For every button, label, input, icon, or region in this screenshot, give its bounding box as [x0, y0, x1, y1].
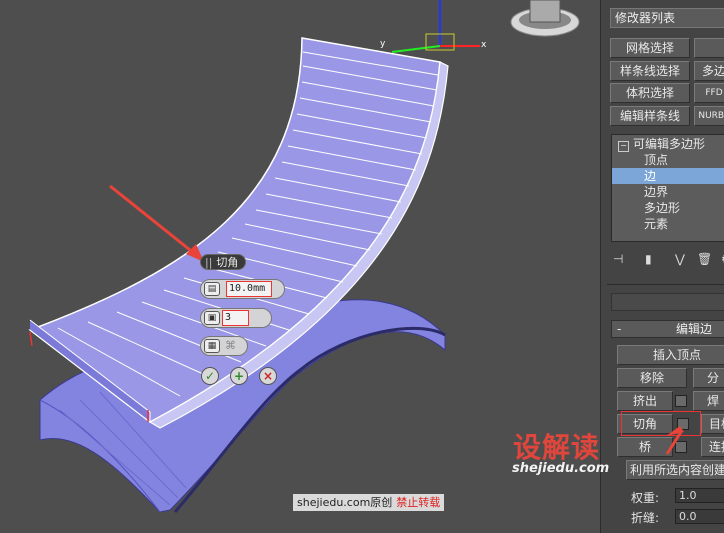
stack-toolbar: ⊣ ▮ ⋁ 🗑 ⚙ [611, 250, 724, 270]
divider [607, 284, 724, 285]
nurbs-button[interactable]: NURBS [694, 106, 724, 126]
collapse-icon[interactable]: − [618, 141, 629, 152]
brand-logo: 设解读 [513, 431, 601, 464]
show-end-result-icon[interactable]: ▮ [645, 252, 659, 268]
chamfer-caddy-title[interactable]: || 切角 [200, 254, 246, 270]
weight-input[interactable]: 1.0 [675, 488, 724, 503]
extrude-button[interactable]: 挤出 [617, 391, 673, 411]
ffd-button[interactable]: FFD [694, 83, 724, 103]
volume-select-button[interactable]: 体积选择 [610, 83, 690, 103]
chamfer-segments-input[interactable]: 3 [222, 310, 249, 326]
remove-button[interactable]: 移除 [617, 368, 687, 388]
rollout-title: 编辑边 [676, 322, 713, 336]
close-icon[interactable]: × [259, 367, 277, 385]
name-field[interactable] [611, 293, 724, 311]
transform-gizmo[interactable]: x y [380, 0, 487, 53]
stack-item-polygon[interactable]: 多边形 [612, 200, 724, 216]
target-weld-button[interactable]: 目标 [701, 414, 724, 434]
chamfer-amount-icon: ▤ [204, 282, 220, 296]
crease-input[interactable]: 0.0 [675, 509, 724, 524]
watermark-prefix: shejiedu.com原创 [297, 496, 393, 509]
command-panel: 修改器列表 网格选择 样条线选择 体积选择 编辑样条线 多边 FFD NURBS… [600, 0, 724, 533]
remove-modifier-icon[interactable]: 🗑 [697, 252, 712, 268]
bridge-settings-icon[interactable] [675, 441, 687, 453]
stack-item-vertex[interactable]: 顶点 [612, 152, 724, 168]
viewcube-icon[interactable] [510, 0, 580, 37]
open-chamfer-icon[interactable]: ▦ [204, 339, 220, 353]
grip-icon[interactable]: || [205, 256, 212, 269]
chamfer-segments-field[interactable]: ▣ 3 [200, 308, 272, 328]
caddy-title-label: 切角 [216, 256, 239, 269]
chain-icon[interactable]: ⌘ [225, 339, 236, 352]
plus-icon[interactable]: + [230, 367, 248, 385]
split-button[interactable]: 分 [693, 368, 724, 388]
annotation-arrow [109, 184, 201, 260]
modifier-list-dropdown[interactable]: 修改器列表 [610, 8, 724, 28]
chamfer-amount-field[interactable]: ▤ 10.0mm [200, 279, 285, 299]
weight-label: 权重: [631, 491, 660, 505]
stack-item-border[interactable]: 边界 [612, 184, 724, 200]
edit-edges-rollout[interactable]: - 编辑边 [611, 320, 724, 338]
viewport[interactable]: x y || 切角 ▤ 10.0mm ▣ 3 ▦ ⌘ ✓ + × shejiedu… [0, 0, 600, 533]
chamfer-amount-input[interactable]: 10.0mm [226, 281, 272, 297]
modifier-button-right-1[interactable] [694, 38, 724, 58]
x-axis-label: x [481, 40, 487, 50]
make-unique-icon[interactable]: ⋁ [675, 252, 689, 268]
extrude-settings-icon[interactable] [675, 395, 687, 407]
pin-stack-icon[interactable]: ⊣ [613, 252, 627, 268]
bridge-button[interactable]: 桥 [617, 437, 673, 457]
watermark: shejiedu.com原创 禁止转载 [293, 494, 445, 511]
stack-item-edge[interactable]: 边 [612, 168, 724, 184]
create-shape-button[interactable]: 利用所选内容创建 [626, 460, 724, 480]
weld-button[interactable]: 焊 [693, 391, 724, 411]
connect-button[interactable]: 连接 [701, 437, 724, 457]
stack-item-element[interactable]: 元素 [612, 216, 724, 232]
poly-select-button[interactable]: 多边 [694, 61, 724, 81]
crease-label: 折缝: [631, 511, 660, 525]
edit-spline-button[interactable]: 编辑样条线 [610, 106, 690, 126]
modifier-stack[interactable]: − 可编辑多边形 顶点 边 边界 多边形 元素 [611, 134, 724, 242]
segments-icon: ▣ [204, 311, 220, 325]
brand-url: shejiedu.com [512, 461, 610, 476]
mesh-select-button[interactable]: 网格选择 [610, 38, 690, 58]
watermark-suffix: 禁止转载 [396, 496, 441, 509]
check-icon[interactable]: ✓ [201, 367, 219, 385]
viewport-scene: x y [28, 0, 580, 513]
chamfer-highlight [621, 411, 701, 436]
stack-root-editable-poly[interactable]: − 可编辑多边形 [612, 136, 724, 152]
y-axis-label: y [380, 39, 386, 49]
chamfer-option-field[interactable]: ▦ ⌘ [200, 336, 248, 356]
insert-vertex-button[interactable]: 插入顶点 [617, 345, 724, 365]
rollout-collapse-icon[interactable]: - [617, 322, 621, 336]
spline-select-button[interactable]: 样条线选择 [610, 61, 690, 81]
